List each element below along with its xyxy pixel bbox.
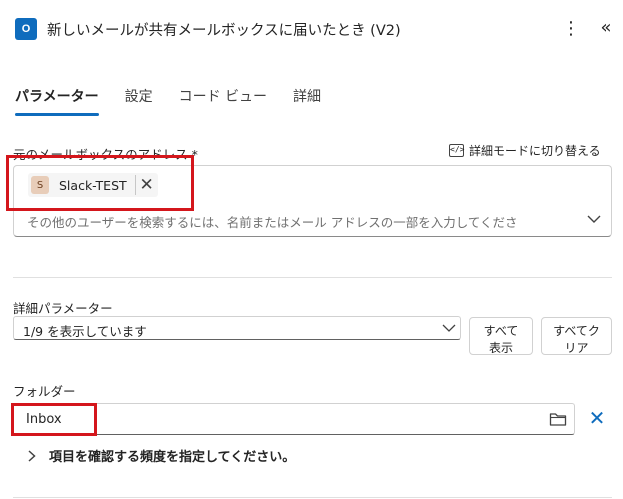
- switch-advanced-mode-button[interactable]: </> 詳細モードに切り替える: [449, 142, 601, 159]
- code-toggle-icon: </>: [449, 144, 464, 157]
- tab-settings[interactable]: 設定: [125, 86, 153, 114]
- section-divider-bottom: [13, 497, 612, 498]
- outlook-icon: O: [15, 18, 40, 40]
- panel-title: 新しいメールが共有メールボックスに届いたとき (V2): [47, 23, 401, 39]
- panel-header: O 新しいメールが共有メールボックスに届いたとき (V2) ⋮ «: [0, 0, 623, 58]
- clear-all-label-line2: リア: [564, 341, 589, 355]
- chevron-right-icon: [28, 449, 36, 462]
- folder-label: フォルダー: [13, 384, 76, 399]
- frequency-expander[interactable]: 項目を確認する頻度を指定してください。: [27, 446, 295, 465]
- clear-folder-icon[interactable]: ✕: [587, 406, 607, 430]
- highlight-box-mailbox: [6, 155, 194, 211]
- advanced-parameters-select[interactable]: 1/9 を表示しています: [13, 316, 461, 340]
- frequency-label: 項目を確認する頻度を指定してください。: [49, 450, 296, 465]
- show-all-label-line1: すべて: [483, 324, 519, 338]
- outlook-icon-letter: O: [21, 23, 31, 35]
- advanced-parameters-value: 1/9 を表示しています: [23, 324, 147, 339]
- chevron-down-icon[interactable]: [586, 210, 602, 228]
- collapse-panel-icon[interactable]: «: [596, 16, 616, 42]
- show-all-button[interactable]: すべて 表示: [469, 317, 533, 355]
- more-options-icon[interactable]: ⋮: [562, 16, 580, 42]
- chevron-down-icon: [442, 324, 456, 332]
- folder-input[interactable]: Inbox: [13, 403, 575, 435]
- clear-all-button[interactable]: すべてク リア: [541, 317, 612, 355]
- switch-advanced-mode-label: 詳細モードに切り替える: [469, 144, 601, 158]
- section-divider: [13, 277, 612, 278]
- tab-parameters[interactable]: パラメーター: [15, 86, 99, 116]
- tab-bar: パラメーター 設定 コード ビュー 詳細: [15, 86, 347, 118]
- advanced-parameters-label: 詳細パラメーター: [13, 301, 113, 316]
- mailbox-search-input[interactable]: その他のユーザーを検索するには、名前またはメール アドレスの一部を入力してくださ: [27, 212, 582, 231]
- show-all-label-line2: 表示: [488, 341, 513, 355]
- clear-all-label-line1: すべてク: [553, 324, 600, 338]
- folder-icon[interactable]: [549, 411, 567, 427]
- tab-details[interactable]: 詳細: [293, 86, 321, 114]
- highlight-box-folder: [11, 403, 97, 436]
- tab-code-view[interactable]: コード ビュー: [179, 86, 267, 114]
